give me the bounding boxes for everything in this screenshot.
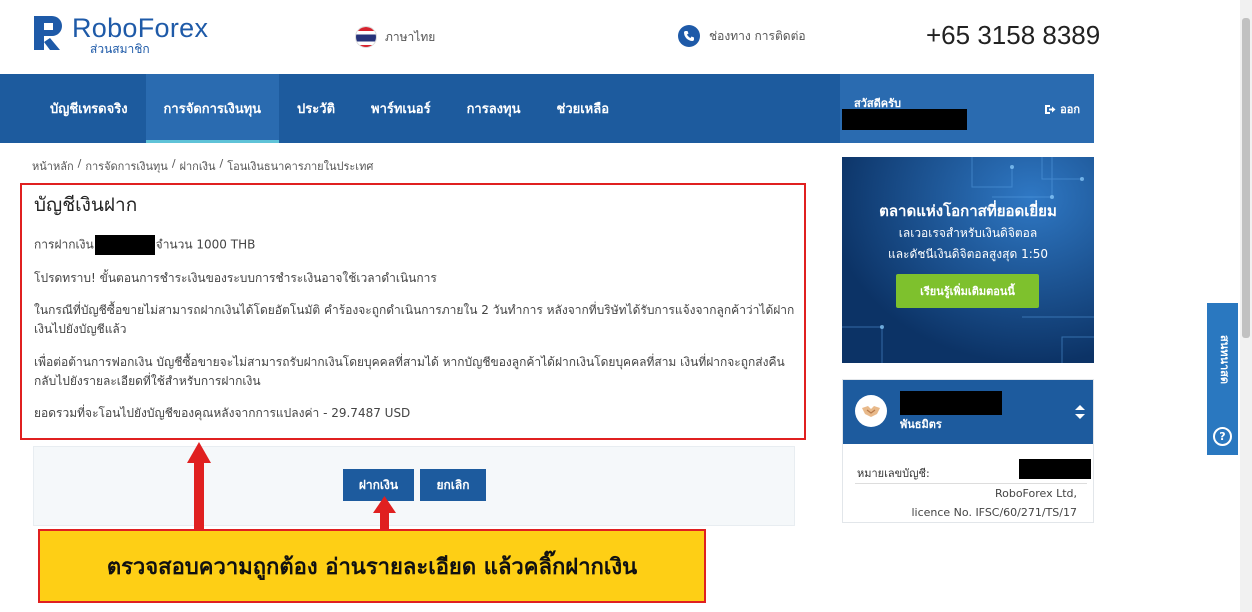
account-avatar-icon xyxy=(855,395,887,427)
account-card: พันธมิตร หมายเลขบัญชี: RoboForex Ltd, li… xyxy=(842,379,1094,523)
instruction-callout: ตรวจสอบความถูกต้อง อ่านรายละเอียด แล้วคล… xyxy=(38,529,706,603)
company-name: RoboForex Ltd, xyxy=(994,487,1077,500)
promo-line-2: และดัชนีเงินดิจิตอลสูงสุด 1:50 xyxy=(887,247,1049,261)
account-switch-icon[interactable] xyxy=(1075,404,1085,423)
arrow-to-deposit-icon xyxy=(373,496,396,530)
redacted-account-name xyxy=(900,391,1002,415)
learn-more-button[interactable]: เรียนรู้เพิ่มเติมตอนนี้ xyxy=(896,274,1039,308)
divider xyxy=(855,483,1087,484)
promo-banner: ตลาดแห่งโอกาสที่ยอดเยี่ยม เลเวอเรจสำหรับ… xyxy=(842,157,1094,363)
arrow-to-panel-icon xyxy=(187,442,211,530)
account-type: พันธมิตร xyxy=(900,418,942,431)
promo-line-1: เลเวอเรจสำหรับเงินดิจิตอล xyxy=(898,226,1038,240)
redacted-account-number xyxy=(1019,459,1091,479)
help-icon: ? xyxy=(1213,427,1232,446)
live-chat-tab[interactable]: สนทนาสด ? xyxy=(1207,303,1238,455)
promo-title: ตลาดแห่งโอกาสที่ยอดเยี่ยม xyxy=(879,202,1057,220)
account-number-label: หมายเลขบัญชี: xyxy=(857,467,930,480)
account-card-header[interactable]: พันธมิตร xyxy=(843,380,1093,444)
licence-number: licence No. IFSC/60/271/TS/17 xyxy=(911,506,1077,519)
live-chat-label: สนทนาสด xyxy=(1218,335,1231,385)
